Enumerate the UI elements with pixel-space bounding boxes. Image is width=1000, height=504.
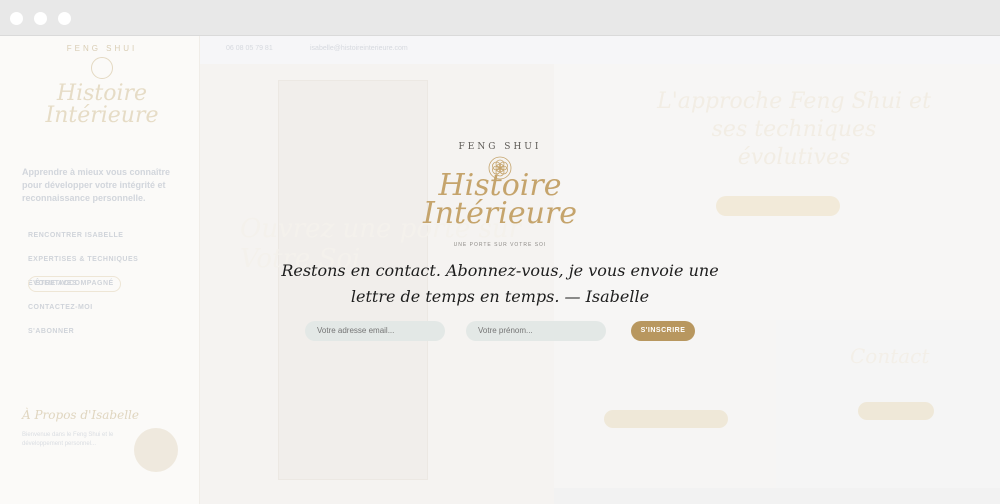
newsletter-message-line2: lettre de temps en temps. — Isabelle [350, 287, 650, 306]
browser-titlebar [0, 0, 1000, 36]
popup-logo-feng: FENG SHUI [458, 142, 542, 152]
subscribe-button[interactable]: S'INSCRIRE [631, 321, 695, 341]
newsletter-overlay: FENG SHUI Histoire Intérieure UNE PORTE … [0, 36, 1000, 504]
first-name-field[interactable] [466, 321, 606, 341]
popup-logo-interieure: Intérieure [422, 196, 578, 231]
popup-logo-tagline: UNE PORTE SUR VOTRE SOI [453, 242, 547, 248]
popup-logo: FENG SHUI Histoire Intérieure UNE PORTE … [410, 136, 590, 256]
window-maximize-button[interactable] [58, 12, 71, 25]
newsletter-message: Restons en contact. Abonnez-vous, je vou… [280, 258, 720, 310]
window-minimize-button[interactable] [34, 12, 47, 25]
email-field[interactable] [305, 321, 445, 341]
newsletter-message-line1: Restons en contact. Abonnez-vous, je vou… [281, 261, 719, 280]
window-close-button[interactable] [10, 12, 23, 25]
